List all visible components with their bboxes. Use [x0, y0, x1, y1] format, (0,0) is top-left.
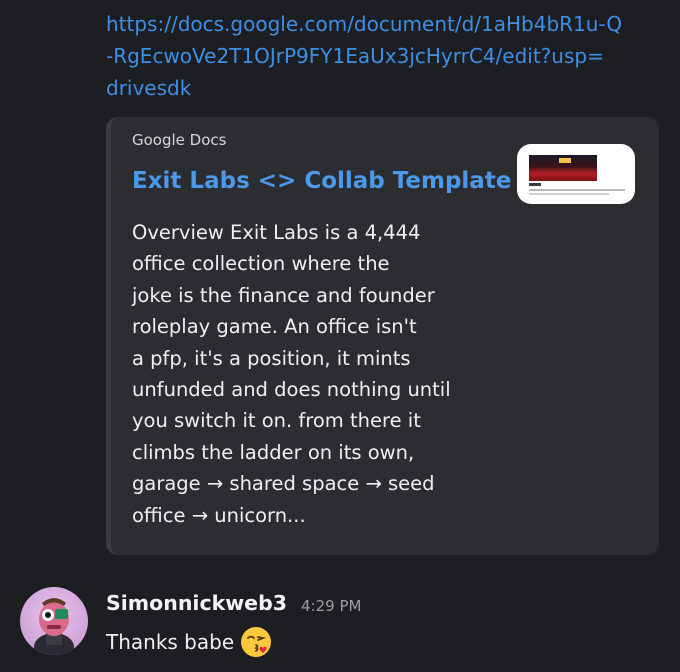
embed-title-link[interactable]: Exit Labs <> Collab Template: [132, 168, 511, 194]
embed-provider: Google Docs: [132, 131, 227, 149]
message-username[interactable]: Simonnickweb3: [106, 591, 287, 615]
embed-thumbnail[interactable]: [517, 144, 635, 204]
embed-description-line: a pfp, it's a position, it mints: [132, 346, 411, 370]
link-line[interactable]: drivesdk: [106, 72, 626, 104]
embed-description-line: Overview Exit Labs is a 4,444: [132, 221, 421, 244]
embed-description-line: office → unicorn...: [132, 503, 306, 527]
embed-description-line: office collection where the: [132, 252, 390, 276]
avatar[interactable]: [20, 587, 88, 655]
embed-description: Overview Exit Labs is a 4,444 office col…: [132, 217, 462, 531]
face-blowing-a-kiss-icon: [241, 627, 272, 657]
embed-description-line: unfunded and does nothing until: [132, 378, 451, 402]
embed-description-line: climbs the ladder on its own,: [132, 440, 415, 464]
link-line[interactable]: -RgEcwoVe2T1OJrP9FY1EaUx3jcHyrrC4/edit?u…: [106, 40, 626, 72]
document-link[interactable]: https://docs.google.com/document/d/1aHb4…: [106, 8, 626, 104]
avatar-character-icon: [34, 598, 74, 655]
embed-description-line: joke is the finance and founder: [132, 283, 435, 307]
thumbnail-photo: [529, 155, 597, 181]
link-line[interactable]: https://docs.google.com/document/d/1aHb4…: [106, 8, 626, 40]
message-text: Thanks babe: [106, 630, 235, 654]
embed-description-line: garage → shared space → seed: [132, 472, 435, 496]
link-embed-card: Google Docs Exit Labs <> Collab Template…: [106, 117, 659, 555]
message-timestamp: 4:29 PM: [301, 597, 362, 615]
embed-description-line: roleplay game. An office isn't: [132, 315, 417, 339]
embed-description-line: you switch it on. from there it: [132, 409, 421, 433]
message-content: Thanks babe: [106, 626, 272, 658]
